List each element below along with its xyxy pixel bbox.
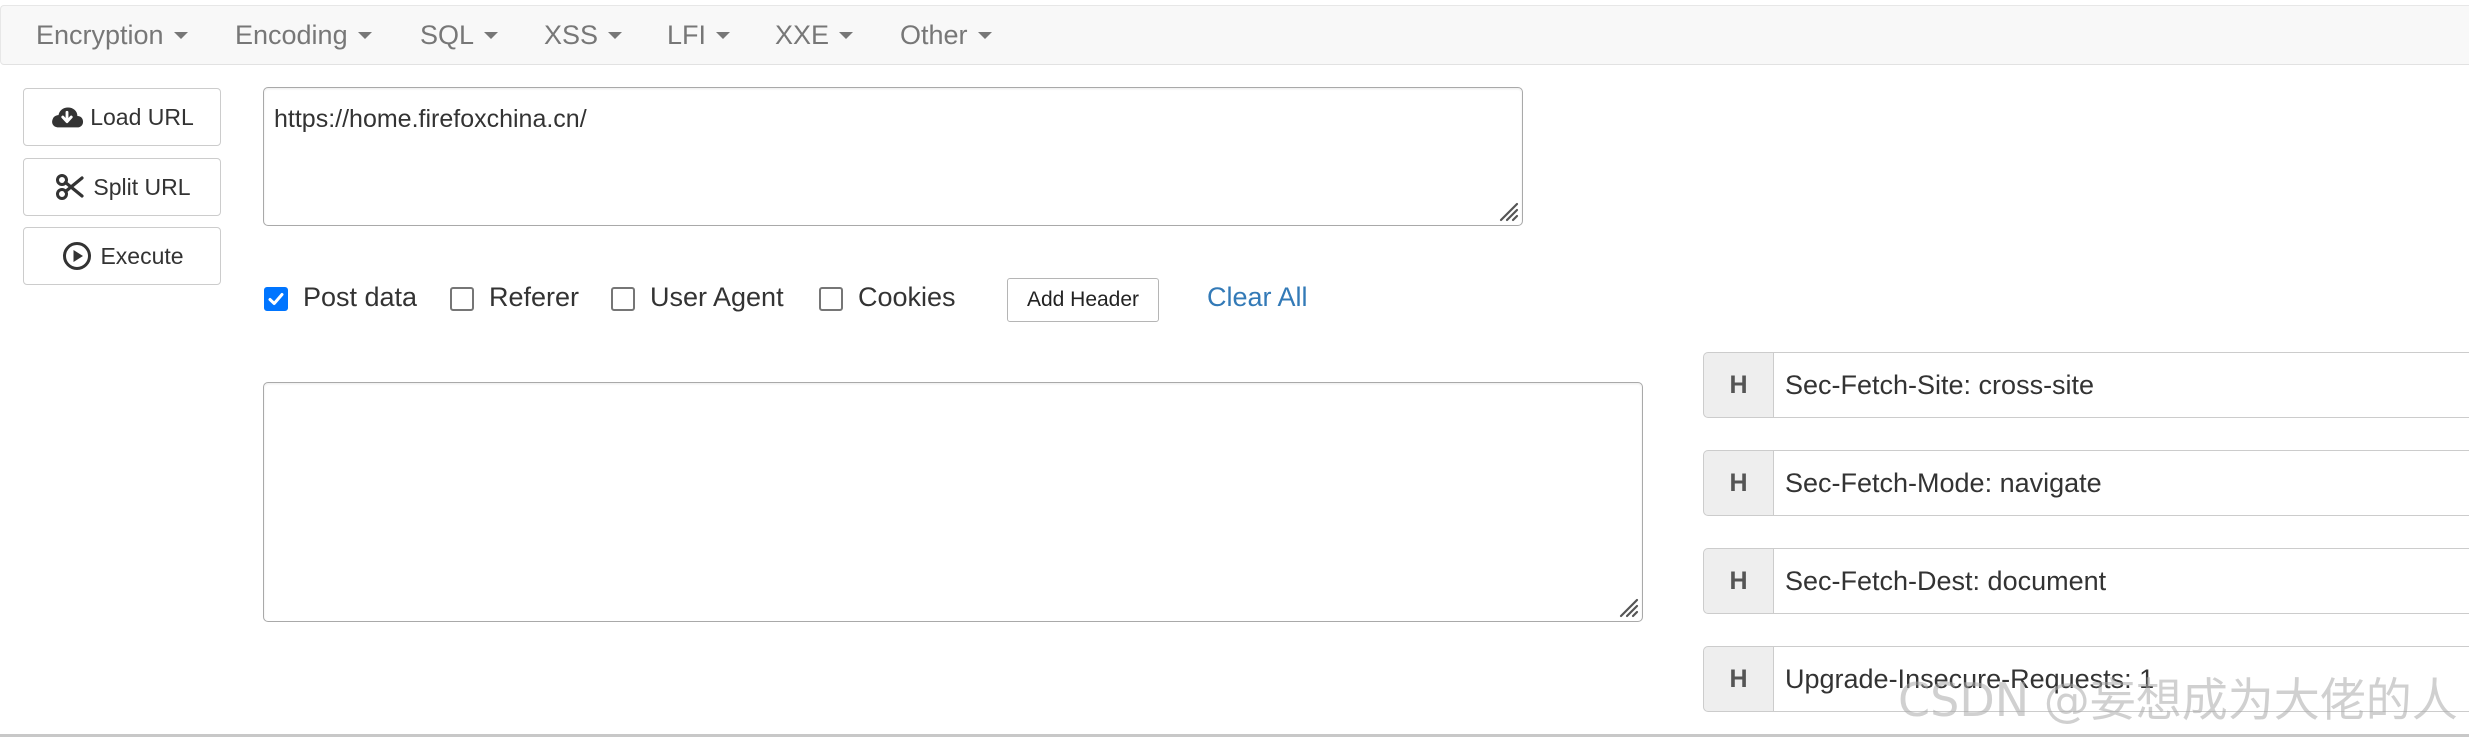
menu-label: LFI [667, 19, 707, 50]
menu-label: SQL [420, 19, 475, 50]
url-input[interactable]: https://home.firefoxchina.cn/ [263, 87, 1523, 226]
clear-all-link[interactable]: Clear All [1207, 282, 1308, 313]
load-url-button[interactable]: Load URL [23, 88, 221, 146]
caret-down-icon [716, 31, 731, 39]
header-badge[interactable]: H [1703, 548, 1773, 614]
menu-xss[interactable]: XSS [544, 6, 623, 64]
menu-label: XSS [544, 19, 599, 50]
post-data-input[interactable] [263, 382, 1643, 622]
url-input-value: https://home.firefoxchina.cn/ [274, 105, 587, 133]
caret-down-icon [839, 31, 854, 39]
menu-encryption[interactable]: Encryption [36, 6, 188, 64]
menu-xxe[interactable]: XXE [775, 6, 854, 64]
execute-button[interactable]: Execute [23, 227, 221, 285]
play-circle-icon [60, 241, 94, 271]
load-url-label: Load URL [90, 103, 194, 130]
cloud-download-icon [50, 102, 84, 132]
header-badge[interactable]: H [1703, 352, 1773, 418]
hackbar-panel: Encryption Encoding SQL XSS LFI XXE Othe… [0, 0, 2469, 737]
caret-down-icon [357, 31, 372, 39]
menu-encoding[interactable]: Encoding [235, 6, 372, 64]
header-row: H Sec-Fetch-Dest: document [1703, 548, 2469, 614]
cookies-checkbox[interactable] [819, 287, 843, 311]
header-input[interactable]: Sec-Fetch-Mode: navigate [1773, 450, 2469, 516]
menu-other[interactable]: Other [900, 6, 992, 64]
header-input[interactable]: Upgrade-Insecure-Requests: 1 [1773, 646, 2469, 712]
header-badge[interactable]: H [1703, 450, 1773, 516]
caret-down-icon [484, 31, 499, 39]
resize-grip-icon[interactable] [1613, 592, 1639, 618]
menu-label: Other [900, 19, 968, 50]
checkmark-icon [268, 293, 284, 305]
add-header-button[interactable]: Add Header [1007, 278, 1159, 322]
user-agent-checkbox[interactable] [611, 287, 635, 311]
header-badge[interactable]: H [1703, 646, 1773, 712]
menu-label: Encryption [36, 19, 164, 50]
split-url-label: Split URL [93, 173, 191, 200]
header-row: H Upgrade-Insecure-Requests: 1 [1703, 646, 2469, 712]
user-agent-label[interactable]: User Agent [650, 282, 784, 313]
post-data-label[interactable]: Post data [303, 282, 417, 313]
execute-label: Execute [100, 242, 184, 269]
referer-checkbox[interactable] [450, 287, 474, 311]
header-input[interactable]: Sec-Fetch-Site: cross-site [1773, 352, 2469, 418]
scissors-icon [53, 172, 87, 202]
header-row: H Sec-Fetch-Site: cross-site [1703, 352, 2469, 418]
referer-label[interactable]: Referer [489, 282, 579, 313]
header-row: H Sec-Fetch-Mode: navigate [1703, 450, 2469, 516]
split-url-button[interactable]: Split URL [23, 158, 221, 216]
post-data-checkbox[interactable] [264, 287, 288, 311]
resize-grip-icon[interactable] [1493, 196, 1519, 222]
menu-label: Encoding [235, 19, 348, 50]
menu-bar: Encryption Encoding SQL XSS LFI XXE Othe… [0, 5, 2469, 65]
cookies-label[interactable]: Cookies [858, 282, 956, 313]
caret-down-icon [977, 31, 992, 39]
menu-label: XXE [775, 19, 830, 50]
menu-sql[interactable]: SQL [420, 6, 499, 64]
caret-down-icon [608, 31, 623, 39]
caret-down-icon [173, 31, 188, 39]
menu-lfi[interactable]: LFI [667, 6, 731, 64]
header-input[interactable]: Sec-Fetch-Dest: document [1773, 548, 2469, 614]
